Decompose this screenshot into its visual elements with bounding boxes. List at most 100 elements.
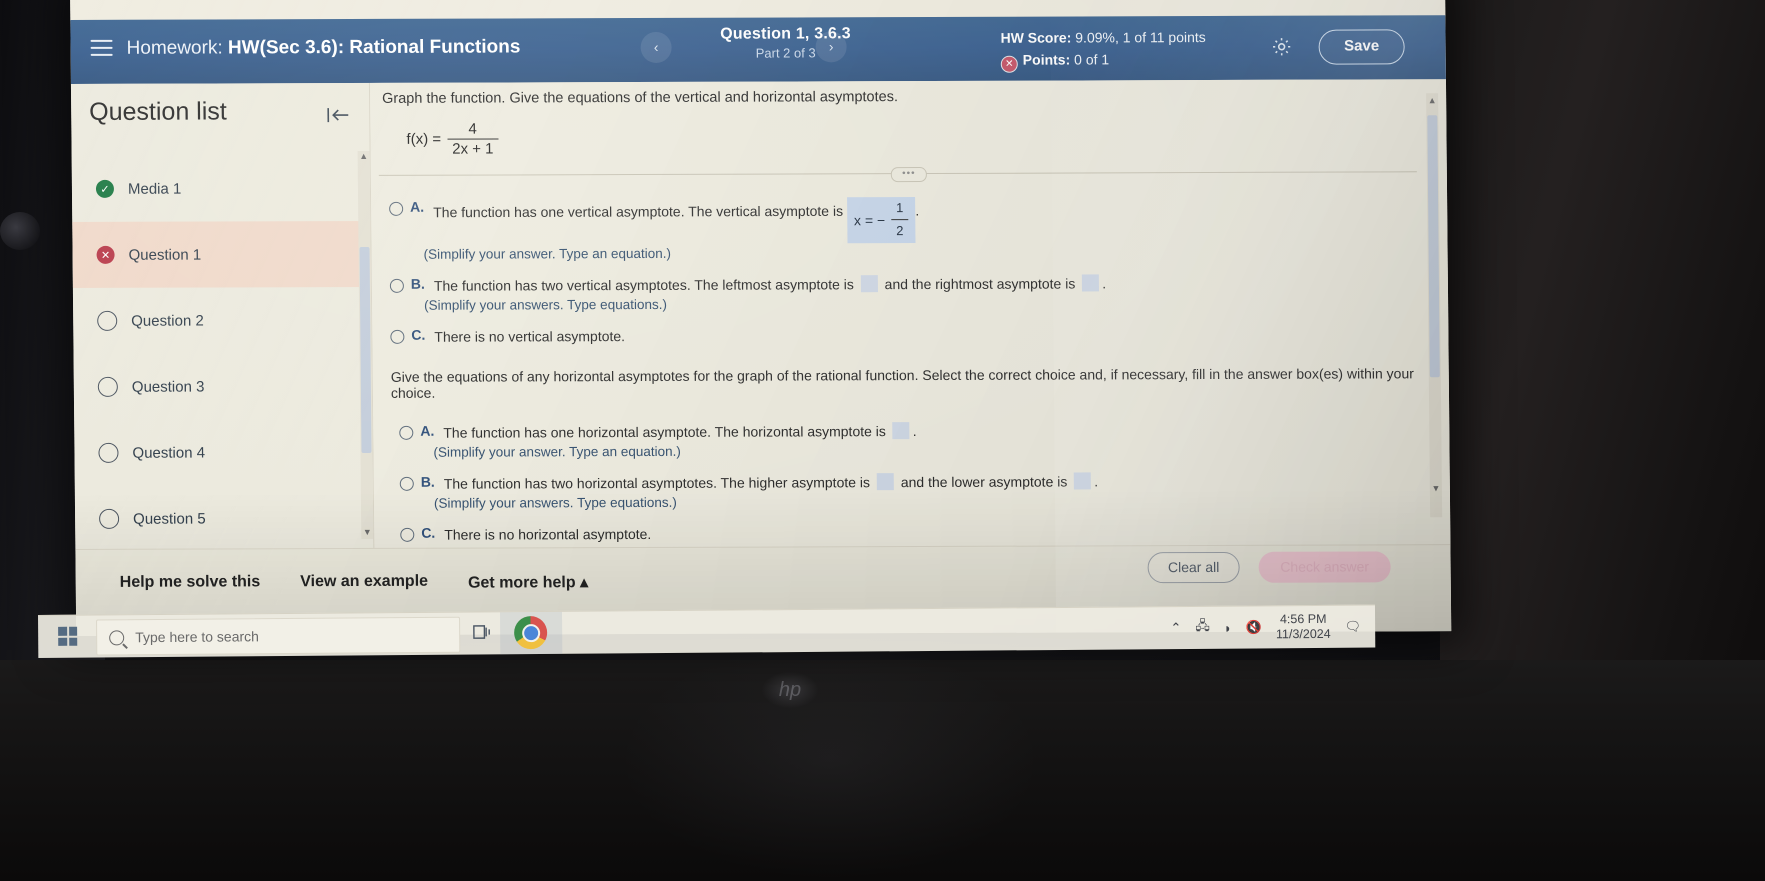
points-value: 0 of 1 [1074, 51, 1110, 68]
check-circle-icon: ✓ [95, 179, 115, 198]
answer-box-empty[interactable] [876, 473, 894, 491]
option-letter: C. [421, 524, 436, 541]
radio-button[interactable] [389, 278, 404, 293]
question-prompt: Graph the function. Give the equations o… [382, 89, 899, 107]
save-button[interactable]: Save [1318, 29, 1405, 65]
option-text: There is no vertical asymptote. [434, 328, 626, 345]
content-scroll-up-icon[interactable]: ▲ [1427, 95, 1437, 107]
taskbar-clock[interactable]: 4:56 PM 11/3/2024 [1276, 612, 1331, 642]
chevron-up-icon[interactable]: ⌃ [1170, 620, 1181, 636]
sidebar-scroll-thumb[interactable] [359, 246, 372, 453]
photo-of-monitor: hp MATH 1324-004 Joseph Martinez III 11/… [0, 0, 1765, 881]
question-list-items: ✓ Media 1 ✕ Question 1 Question 2 Questi… [72, 155, 374, 550]
sidebar-item-question-4[interactable]: Question 4 [74, 419, 373, 486]
option-text-middle: and the lower asymptote is [900, 473, 1068, 491]
formula-numerator: 4 [468, 120, 477, 138]
radio-button[interactable] [389, 201, 404, 216]
x-circle-icon: ✕ [96, 245, 115, 264]
sidebar-item-question-5[interactable]: Question 5 [75, 485, 374, 552]
vertical-option-c[interactable]: C. There is no vertical asymptote. [372, 323, 1414, 347]
scroll-down-arrow-icon[interactable]: ▼ [362, 527, 372, 539]
option-letter: A. [410, 198, 425, 215]
sidebar-item-question-1[interactable]: ✕ Question 1 [72, 220, 371, 288]
bezel-sensor-dot [0, 212, 40, 250]
volume-mute-icon[interactable]: 🔇 [1246, 619, 1262, 635]
sidebar-item-question-3[interactable]: Question 3 [74, 353, 373, 420]
radio-button[interactable] [399, 425, 414, 440]
option-text-after: . [1102, 275, 1107, 292]
get-more-help-link[interactable]: Get more help ▴ [468, 572, 588, 592]
horizontal-option-c[interactable]: C. There is no horizontal asymptote. [374, 521, 1416, 545]
wifi-icon[interactable]: ◗ [1224, 620, 1232, 635]
homework-title-name: HW(Sec 3.6): Rational Functions [227, 36, 521, 59]
gear-icon[interactable] [1271, 36, 1293, 58]
answer-box-empty[interactable] [892, 422, 910, 440]
answer-box-empty[interactable] [860, 275, 878, 293]
sidebar-item-label: Question 4 [132, 444, 206, 462]
empty-circle-icon [98, 442, 119, 463]
answer-fraction: 1 2 [891, 198, 909, 242]
check-answer-button[interactable]: Check answer [1258, 551, 1391, 583]
answer-numerator: 1 [895, 200, 904, 216]
help-me-solve-this-link[interactable]: Help me solve this [120, 573, 261, 593]
question-list-title: Question list [89, 97, 227, 126]
hw-score-value: 9.09%, 1 of 11 points [1075, 29, 1206, 46]
option-text: The function has two vertical asymptotes… [434, 273, 1106, 295]
points-label: Points: [1022, 51, 1071, 68]
option-text-before: The function has two horizontal asymptot… [443, 474, 871, 492]
hamburger-icon[interactable] [90, 39, 113, 56]
option-letter: B. [420, 473, 435, 490]
sidebar-item-label: Question 3 [131, 378, 205, 396]
empty-circle-icon [97, 310, 118, 331]
homework-title-prefix: Homework: [126, 37, 223, 59]
radio-button[interactable] [399, 476, 414, 491]
task-view-icon[interactable] [472, 621, 495, 644]
hp-brand-mark: hp [762, 672, 818, 708]
notification-icon[interactable]: 🗨 [1345, 619, 1362, 635]
chrome-icon[interactable] [514, 616, 548, 650]
windows-icon[interactable] [58, 626, 78, 646]
empty-circle-icon [97, 376, 118, 397]
network-icon[interactable]: 🖧 [1195, 617, 1210, 639]
answer-box-empty[interactable] [1074, 472, 1092, 490]
points-row: ✕ Points: 0 of 1 [1000, 50, 1206, 73]
view-an-example-link[interactable]: View an example [300, 573, 428, 593]
homework-title: Homework: HW(Sec 3.6): Rational Function… [126, 36, 520, 59]
answer-box-filled[interactable]: x = − 1 2 [846, 197, 916, 244]
empty-circle-icon [99, 508, 120, 529]
option-text: There is no horizontal asymptote. [444, 525, 652, 543]
question-content-panel: Graph the function. Give the equations o… [369, 79, 1451, 549]
scroll-up-arrow-icon[interactable]: ▲ [359, 151, 369, 163]
sidebar-item-question-2[interactable]: Question 2 [73, 287, 372, 354]
collapse-sidebar-icon[interactable] [325, 105, 351, 131]
incorrect-status-icon: ✕ [1000, 55, 1018, 73]
option-text-before: The function has one horizontal asymptot… [443, 423, 886, 441]
answer-box-empty[interactable] [1082, 274, 1100, 292]
hw-score-label: HW Score: [1000, 29, 1072, 46]
answer-lhs: x = − [853, 211, 886, 228]
radio-button[interactable] [400, 527, 415, 542]
vertical-option-a[interactable]: A. The function has one vertical asympto… [371, 195, 1413, 245]
formula-lhs: f(x) = [406, 130, 442, 148]
option-text: The function has two horizontal asymptot… [444, 471, 1098, 493]
vertical-option-b[interactable]: B. The function has two vertical asympto… [372, 272, 1414, 296]
content-scroll-down-icon[interactable]: ▼ [1431, 483, 1441, 495]
previous-question-button[interactable]: ‹ [640, 31, 672, 64]
horizontal-option-b[interactable]: B. The function has two horizontal asymp… [374, 470, 1416, 494]
horizontal-option-a-note: (Simplify your answer. Type an equation.… [433, 443, 681, 460]
next-question-button[interactable]: › [815, 31, 847, 63]
sidebar-item-media-1[interactable]: ✓ Media 1 [72, 155, 371, 222]
sidebar-item-label: Media 1 [127, 180, 182, 198]
horizontal-option-a[interactable]: A. The function has one horizontal asymp… [373, 419, 1415, 443]
collapse-handle[interactable]: ••• [890, 167, 927, 183]
horizontal-asymptote-prompt: Give the equations of any horizontal asy… [390, 365, 1414, 401]
clock-date: 11/3/2024 [1275, 626, 1331, 642]
question-list-sidebar: Question list ✓ Media 1 ✕ Question 1 Que… [70, 82, 375, 550]
clock-time: 4:56 PM [1279, 611, 1327, 627]
clear-all-button[interactable]: Clear all [1147, 551, 1240, 584]
system-tray: ⌃ 🖧 ◗ 🔇 4:56 PM 11/3/2024 🗨 [1170, 606, 1361, 649]
radio-button[interactable] [390, 329, 405, 344]
option-b-note: (Simplify your answers. Type equations.) [424, 296, 668, 313]
search-input[interactable]: Type here to search [96, 616, 461, 656]
search-placeholder: Type here to search [135, 628, 259, 646]
